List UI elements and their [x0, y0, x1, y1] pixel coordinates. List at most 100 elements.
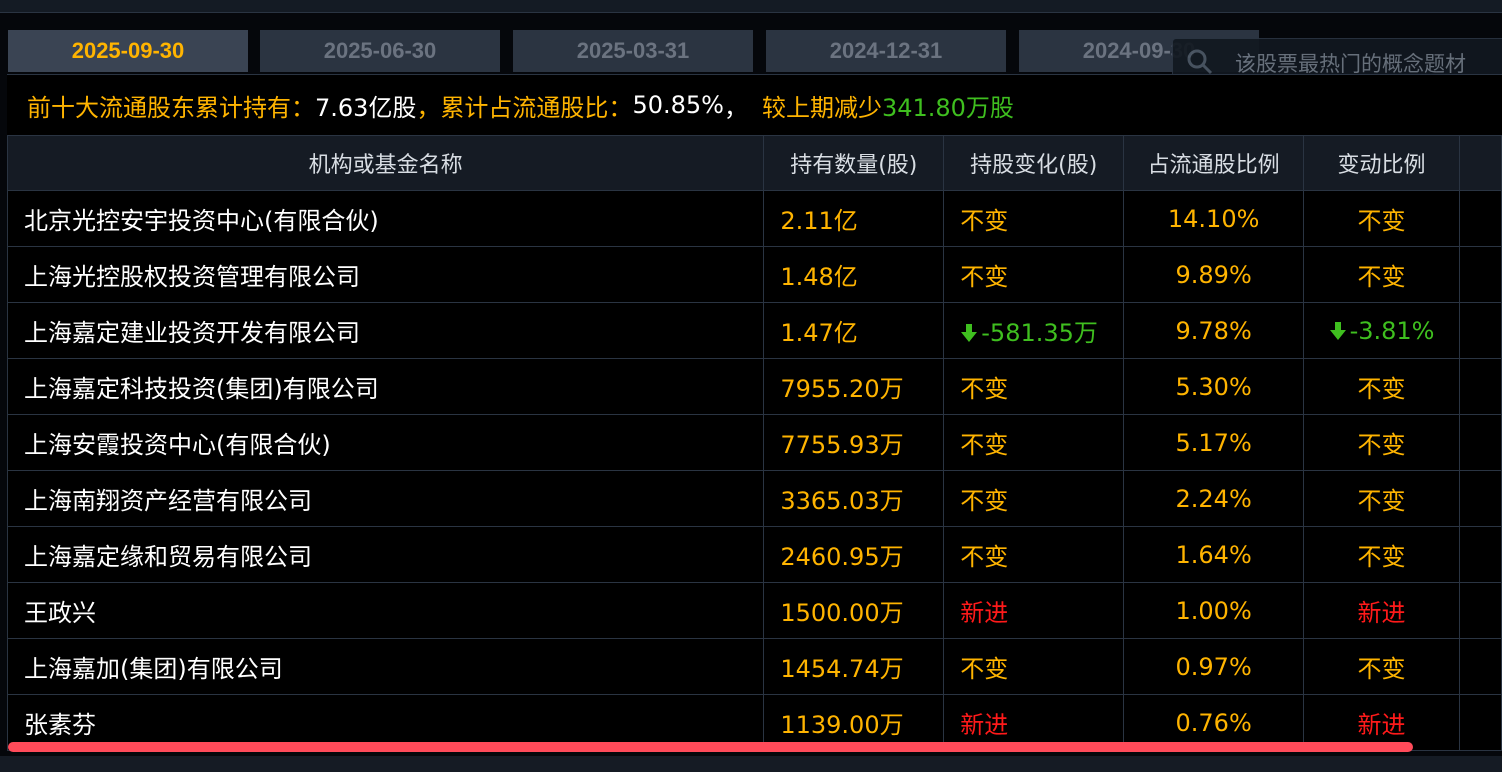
truncated-cell: [1458, 246, 1502, 303]
holders-summary: 前十大流通股东累计持有： 7.63亿股 ， 累计占流通股比： 50.85% ， …: [7, 74, 1502, 136]
summary-ratio-label: 累计占流通股比：: [440, 93, 633, 122]
holding-change: 新进: [960, 711, 1009, 739]
holding-qty: 2460.95万: [763, 526, 945, 583]
change-ratio: 不变: [1357, 543, 1406, 571]
change-ratio: 新进: [1357, 599, 1406, 627]
float-ratio: 9.89%: [1123, 246, 1305, 303]
holding-qty: 1.47亿: [763, 302, 945, 359]
holder-name[interactable]: 上海嘉加(集团)有限公司: [6, 638, 765, 695]
table-row[interactable]: 王政兴 1500.00万 新进 1.00% 新进: [6, 582, 1502, 639]
table-row[interactable]: 北京光控安宇投资中心(有限合伙) 2.11亿 不变 14.10% 不变: [6, 190, 1502, 247]
holding-change: 不变: [960, 431, 1009, 459]
top-strip: [0, 0, 1502, 13]
holding-change: 不变: [960, 207, 1009, 235]
header-holding-change[interactable]: 持股变化(股): [943, 135, 1125, 191]
float-ratio: 5.30%: [1123, 358, 1305, 415]
truncated-cell: [1458, 526, 1502, 583]
float-ratio: 5.17%: [1123, 414, 1305, 471]
holding-change-cell: 不变: [943, 190, 1125, 247]
header-float-ratio[interactable]: 占流通股比例: [1123, 135, 1305, 191]
tab-period-3[interactable]: 2025-03-31: [513, 30, 753, 72]
summary-change-value: 341.80万股: [881, 93, 1014, 122]
holding-qty: 2.11亿: [763, 190, 945, 247]
tab-period-2[interactable]: 2025-06-30: [260, 30, 500, 72]
float-ratio: 2.24%: [1123, 470, 1305, 527]
summary-prefix: 前十大流通股东累计持有：: [27, 93, 315, 122]
holding-change: 不变: [960, 263, 1009, 291]
summary-holding: 7.63亿股: [315, 93, 417, 122]
holding-change: 不变: [960, 543, 1009, 571]
change-ratio: 不变: [1357, 263, 1406, 291]
holder-name[interactable]: 上海安霞投资中心(有限合伙): [6, 414, 765, 471]
holder-name[interactable]: 王政兴: [6, 582, 765, 639]
change-ratio: 不变: [1357, 487, 1406, 515]
holder-name[interactable]: 上海嘉定科技投资(集团)有限公司: [6, 358, 765, 415]
holder-name[interactable]: 上海南翔资产经营有限公司: [6, 470, 765, 527]
holding-change-cell: 不变: [943, 358, 1125, 415]
summary-change-label: 较上期减少: [761, 93, 882, 122]
change-ratio-cell: 新进: [1303, 582, 1460, 639]
change-ratio-cell: 不变: [1303, 638, 1460, 695]
header-truncated: [1458, 135, 1502, 191]
change-ratio-cell: 不变: [1303, 414, 1460, 471]
truncated-cell: [1458, 190, 1502, 247]
holding-qty: 1.48亿: [763, 246, 945, 303]
tab-period-4[interactable]: 2024-12-31: [766, 30, 1006, 72]
change-ratio: 不变: [1357, 207, 1406, 235]
holding-change: 不变: [960, 655, 1009, 683]
table-row[interactable]: 上海南翔资产经营有限公司 3365.03万 不变 2.24% 不变: [6, 470, 1502, 527]
change-ratio-cell: 不变: [1303, 190, 1460, 247]
table-row[interactable]: 上海安霞投资中心(有限合伙) 7755.93万 不变 5.17% 不变: [6, 414, 1502, 471]
holding-change-cell: 不变: [943, 246, 1125, 303]
header-change-ratio[interactable]: 变动比例: [1303, 135, 1460, 191]
change-ratio-cell: 不变: [1303, 526, 1460, 583]
table-row[interactable]: 上海光控股权投资管理有限公司 1.48亿 不变 9.89% 不变: [6, 246, 1502, 303]
change-ratio-cell: -3.81%: [1303, 302, 1460, 359]
table-row[interactable]: 上海嘉定缘和贸易有限公司 2460.95万 不变 1.64% 不变: [6, 526, 1502, 583]
table-row[interactable]: 上海嘉定科技投资(集团)有限公司 7955.20万 不变 5.30% 不变: [6, 358, 1502, 415]
change-ratio-cell: 不变: [1303, 358, 1460, 415]
float-ratio: 1.64%: [1123, 526, 1305, 583]
holding-change-cell: 不变: [943, 470, 1125, 527]
arrow-down-icon: [1329, 319, 1347, 340]
holding-qty: 7955.20万: [763, 358, 945, 415]
change-ratio: 新进: [1357, 711, 1406, 739]
truncated-cell: [1458, 414, 1502, 471]
change-ratio: 不变: [1357, 375, 1406, 403]
truncated-cell: [1458, 302, 1502, 359]
table-row[interactable]: 上海嘉定建业投资开发有限公司 1.47亿 -581.35万 9.78% -3.81%: [6, 302, 1502, 359]
holding-qty: 1500.00万: [763, 582, 945, 639]
change-ratio-cell: 不变: [1303, 246, 1460, 303]
holding-change-cell: 不变: [943, 414, 1125, 471]
float-ratio: 1.00%: [1123, 582, 1305, 639]
holder-name[interactable]: 上海光控股权投资管理有限公司: [6, 246, 765, 303]
summary-separator: ，: [723, 93, 748, 122]
table-row[interactable]: 上海嘉加(集团)有限公司 1454.74万 不变 0.97% 不变: [6, 638, 1502, 695]
summary-comma: ，: [416, 93, 441, 122]
truncated-cell: [1458, 358, 1502, 415]
holding-qty: 3365.03万: [763, 470, 945, 527]
holder-name[interactable]: 北京光控安宇投资中心(有限合伙): [6, 190, 765, 247]
top-holders-table: 机构或基金名称 持有数量(股) 持股变化(股) 占流通股比例 变动比例 北京光控…: [6, 135, 1502, 751]
truncated-cell: [1458, 582, 1502, 639]
change-ratio: -3.81%: [1349, 316, 1435, 345]
holding-change-cell: -581.35万: [943, 302, 1125, 359]
holder-name[interactable]: 上海嘉定缘和贸易有限公司: [6, 526, 765, 583]
arrow-down-icon: [960, 321, 978, 342]
truncated-cell: [1458, 470, 1502, 527]
float-ratio: 9.78%: [1123, 302, 1305, 359]
change-ratio-cell: 不变: [1303, 470, 1460, 527]
table-header-row: 机构或基金名称 持有数量(股) 持股变化(股) 占流通股比例 变动比例: [6, 135, 1502, 191]
float-ratio: 0.97%: [1123, 638, 1305, 695]
holding-qty: 7755.93万: [763, 414, 945, 471]
holder-name[interactable]: 上海嘉定建业投资开发有限公司: [6, 302, 765, 359]
header-holding-qty[interactable]: 持有数量(股): [763, 135, 945, 191]
holding-change: 不变: [960, 375, 1009, 403]
float-ratio: 14.10%: [1123, 190, 1305, 247]
holding-change: 不变: [960, 487, 1009, 515]
search-icon: [1187, 49, 1213, 75]
holding-change-cell: 不变: [943, 638, 1125, 695]
holding-change-cell: 新进: [943, 582, 1125, 639]
header-institution-name[interactable]: 机构或基金名称: [6, 135, 765, 191]
tab-period-1[interactable]: 2025-09-30: [8, 30, 248, 72]
